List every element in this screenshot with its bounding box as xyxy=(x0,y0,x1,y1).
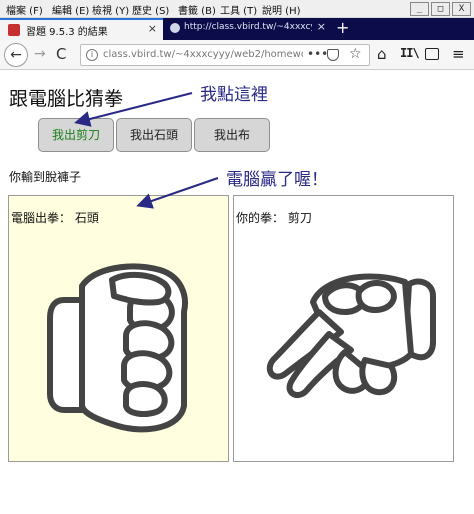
arrow-to-computer-panel xyxy=(136,177,219,209)
annotation-arrows xyxy=(74,92,219,209)
arrow-to-scissors-button xyxy=(74,92,193,127)
